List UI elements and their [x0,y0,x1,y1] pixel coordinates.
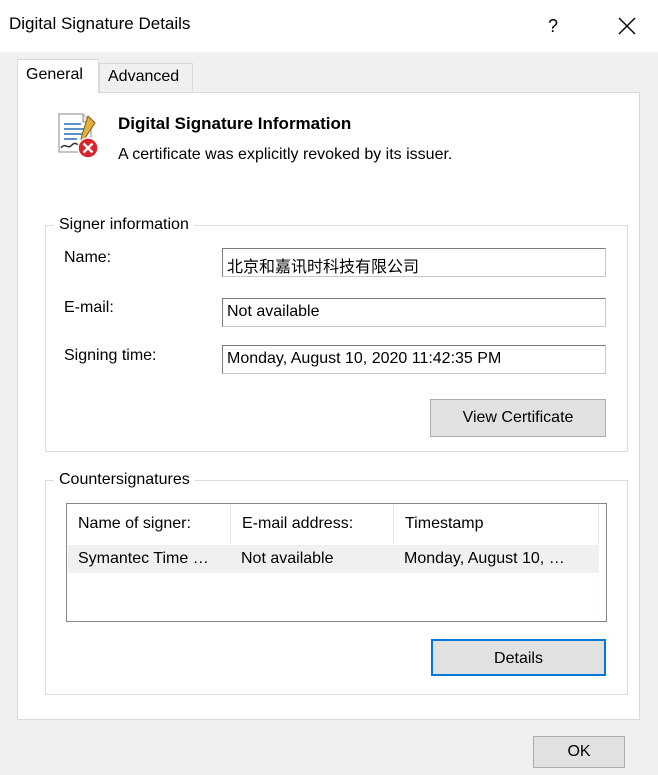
countersignatures-list[interactable]: Name of signer: E-mail address: Timestam… [66,503,607,622]
digital-signature-details-dialog: Digital Signature Details ? General Adva… [0,0,658,775]
details-button[interactable]: Details [431,639,606,676]
countersignatures-group-label: Countersignatures [54,469,195,491]
row-signer-name: Symantec Time … [78,550,209,567]
column-header-name[interactable]: Name of signer: [67,504,231,544]
column-header-email[interactable]: E-mail address: [231,504,394,544]
signature-document-icon [58,113,99,159]
tab-general[interactable]: General [17,59,99,93]
ok-button[interactable]: OK [533,736,625,768]
signer-group-label: Signer information [54,214,194,236]
row-email: Not available [241,550,334,567]
column-header-timestamp[interactable]: Timestamp [394,504,599,544]
close-icon [618,17,636,35]
signing-time-field[interactable]: Monday, August 10, 2020 11:42:35 PM [222,345,606,374]
table-row[interactable]: Symantec Time … Not available Monday, Au… [68,545,599,573]
close-button[interactable] [608,8,646,44]
tab-advanced[interactable]: Advanced [99,63,193,93]
email-label: E-mail: [64,299,114,316]
revoked-x-icon [77,137,99,159]
name-field[interactable]: 北京和嘉讯时科技有限公司 [222,248,606,277]
general-tab-panel: Digital Signature Information A certific… [17,92,640,720]
name-label: Name: [64,249,112,266]
window-title: Digital Signature Details [9,14,191,33]
title-bar: Digital Signature Details ? [0,0,658,52]
help-button[interactable]: ? [535,8,571,44]
view-certificate-button[interactable]: View Certificate [430,399,606,437]
list-header: Name of signer: E-mail address: Timestam… [67,504,606,544]
email-field[interactable]: Not available [222,298,606,327]
row-timestamp: Monday, August 10, … [404,550,565,567]
signature-info-title: Digital Signature Information [118,114,352,133]
signing-time-label: Signing time: [64,347,157,364]
signer-information-group: Signer information Name: 北京和嘉讯时科技有限公司 E-… [45,214,628,452]
countersignatures-group: Countersignatures Name of signer: E-mail… [45,469,628,695]
signature-status-text: A certificate was explicitly revoked by … [118,146,453,163]
